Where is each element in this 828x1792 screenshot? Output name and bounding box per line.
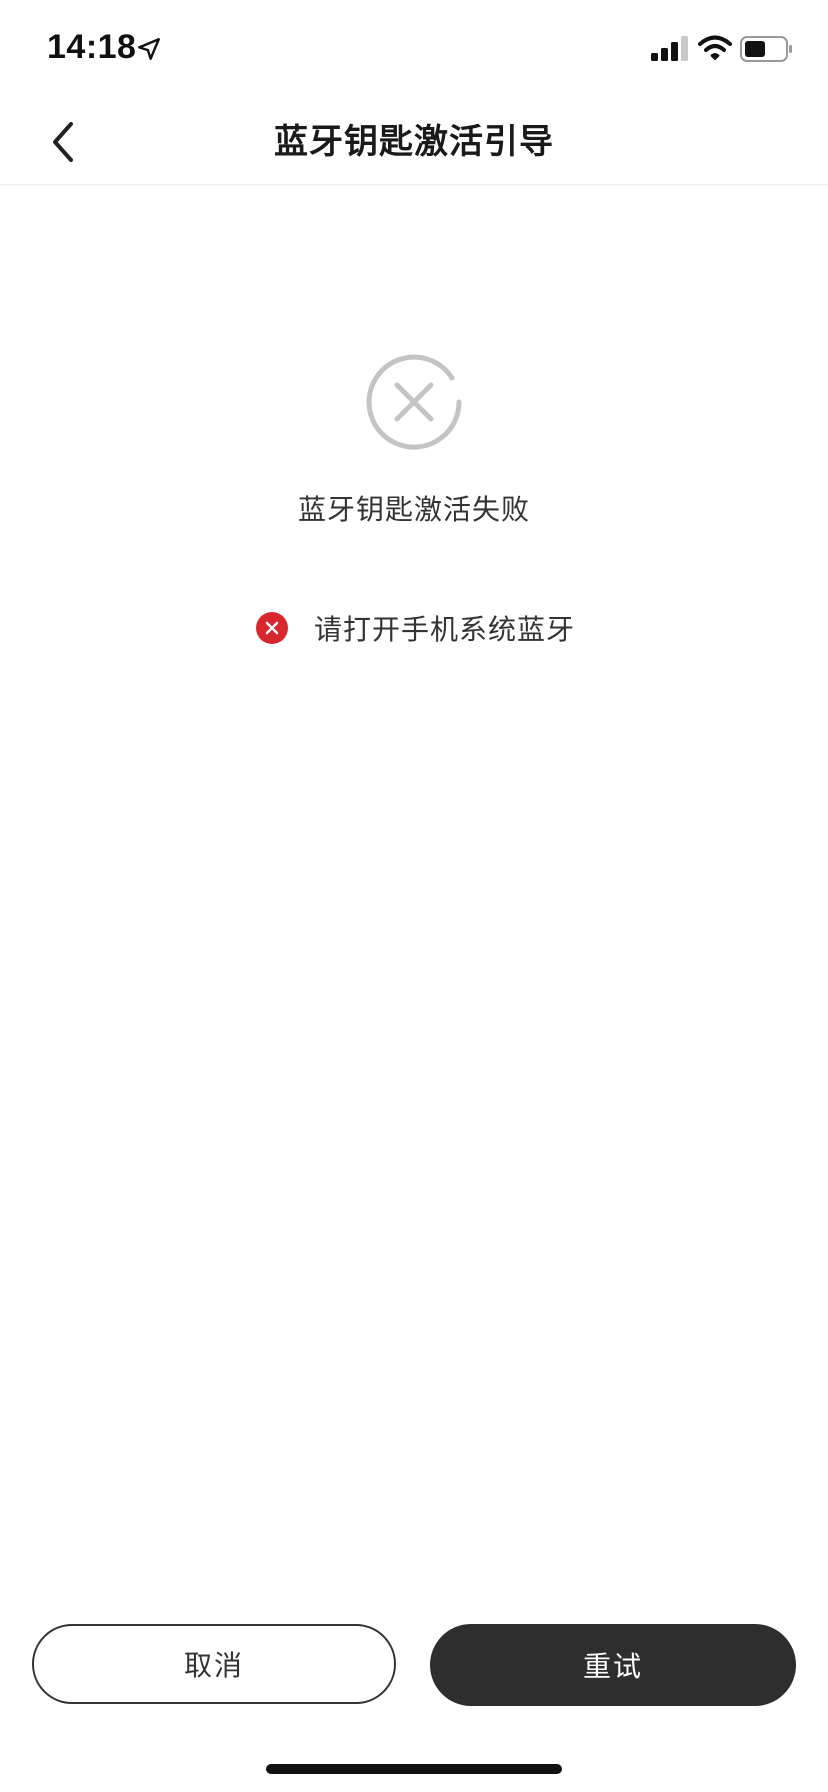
failure-reason-text: 请打开手机系统蓝牙: [314, 613, 576, 646]
status-bar: 14:18: [0, 0, 828, 100]
failure-reason: 请打开手机系统蓝牙: [256, 608, 575, 648]
cellular-signal-icon: [651, 36, 688, 61]
retry-button[interactable]: 重试: [430, 1624, 796, 1706]
nav-bar: 蓝牙钥匙激活引导: [0, 100, 828, 185]
result-title: 蓝牙钥匙激活失败: [297, 493, 530, 526]
page-title: 蓝牙钥匙激活引导: [274, 122, 554, 162]
circle-x-icon: [366, 354, 462, 450]
status-time: 14:18: [47, 28, 137, 66]
back-button[interactable]: [36, 114, 92, 170]
location-arrow-icon: [138, 38, 160, 60]
chevron-left-icon: [53, 122, 73, 162]
error-badge-icon: [256, 612, 288, 644]
wifi-icon: [698, 35, 732, 60]
battery-icon: [740, 36, 792, 62]
app-screen: 14:18 蓝牙钥匙激活引导 蓝牙钥匙激活失败 请打开手机系统蓝牙 取消 重试: [0, 0, 828, 1792]
cancel-button[interactable]: 取消: [32, 1624, 396, 1704]
home-indicator: [266, 1764, 562, 1774]
